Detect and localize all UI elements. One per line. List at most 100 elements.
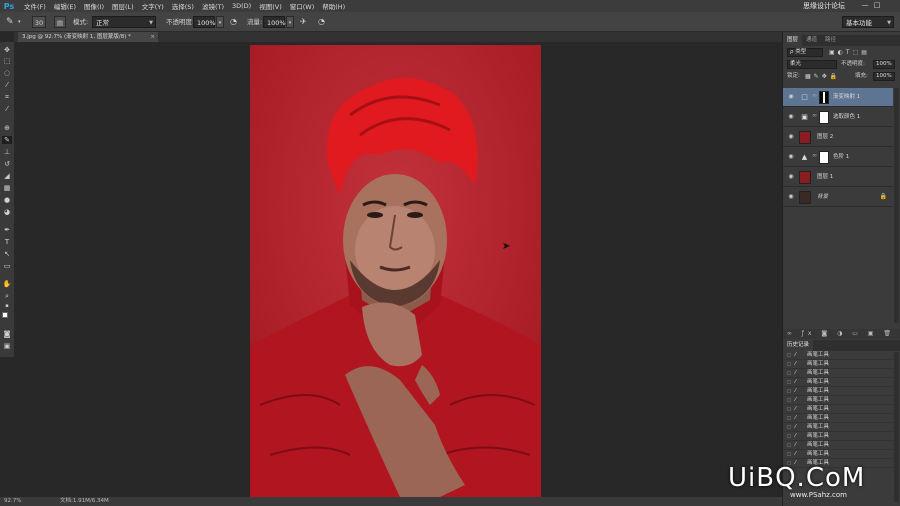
layers-scrollbar[interactable] <box>894 88 899 323</box>
history-source-checkbox[interactable] <box>787 362 791 366</box>
lock-icons[interactable]: ▦✎✥🔒 <box>805 71 840 82</box>
move-tool-icon[interactable]: ✥ <box>2 46 12 54</box>
minimize-icon[interactable]: — <box>860 1 870 10</box>
mode-select[interactable]: 正常 ▼ <box>92 16 156 28</box>
flow-input[interactable]: 100% <box>263 16 286 28</box>
document-size[interactable]: 文档:1.91M/6.34M <box>60 497 109 506</box>
history-source-checkbox[interactable] <box>787 452 791 456</box>
visibility-eye-icon[interactable]: ◉ <box>787 133 795 141</box>
foreground-color-swatch[interactable] <box>2 312 8 318</box>
menu-select[interactable]: 选择(S) <box>168 1 198 11</box>
history-item[interactable]: ⁄ 画笔工具 <box>783 432 895 441</box>
layer-name[interactable]: 背景 <box>817 188 828 207</box>
eyedropper-tool-icon[interactable]: ⁄ <box>2 105 12 113</box>
maximize-icon[interactable]: □ <box>872 1 882 10</box>
layer-thumbnail[interactable] <box>799 171 811 184</box>
layer-name[interactable]: 渐变映射 1 <box>833 88 860 107</box>
default-colors-icon[interactable]: ▪ <box>2 302 12 310</box>
history-source-checkbox[interactable] <box>787 443 791 447</box>
layer-opacity-input[interactable]: 100% <box>873 60 895 69</box>
history-item[interactable]: ⁄ 画笔工具 <box>783 423 895 432</box>
menu-edit[interactable]: 编辑(E) <box>50 1 80 11</box>
history-item[interactable]: ⁄ 画笔工具 <box>783 369 895 378</box>
gradient-tool-icon[interactable]: ▦ <box>2 184 12 192</box>
layer-row-selective-color[interactable]: ◉ ▣ ∞ 选取颜色 1 <box>783 108 893 127</box>
opacity-input[interactable]: 100% <box>193 16 216 28</box>
history-source-checkbox[interactable] <box>787 380 791 384</box>
layer-mask-thumbnail[interactable] <box>819 111 829 124</box>
history-source-checkbox[interactable] <box>787 371 791 375</box>
history-item[interactable]: ⁄ 画笔工具 <box>783 351 895 360</box>
close-icon[interactable]: × <box>150 32 155 42</box>
history-source-checkbox[interactable] <box>787 407 791 411</box>
type-tool-icon[interactable]: T <box>2 238 12 246</box>
layer-name[interactable]: 选取颜色 1 <box>833 108 860 127</box>
screen-mode-icon[interactable]: ▣ <box>2 342 12 350</box>
dodge-tool-icon[interactable]: ◕ <box>2 208 12 216</box>
history-item[interactable]: ⁄ 画笔工具 <box>783 378 895 387</box>
tab-paths[interactable]: 路径 <box>821 35 840 46</box>
opacity-dropdown-icon[interactable]: ▾ <box>216 16 224 28</box>
lasso-tool-icon[interactable]: ◌ <box>2 69 12 77</box>
history-brush-tool-icon[interactable]: ↺ <box>2 160 12 168</box>
tab-layers[interactable]: 图层 <box>783 35 803 46</box>
visibility-eye-icon[interactable]: ◉ <box>787 113 795 121</box>
blend-mode-select[interactable]: 柔光 <box>787 60 837 69</box>
flow-dropdown-icon[interactable]: ▾ <box>286 16 294 28</box>
layers-footer-icons[interactable]: ∞ ƒx ◙ ◑ ▭ ▣ 🗑 <box>783 329 900 339</box>
marquee-tool-icon[interactable]: ⬚ <box>2 57 12 65</box>
pen-tool-icon[interactable]: ✒ <box>2 226 12 234</box>
brush-tool-icon[interactable]: ✎ <box>2 136 12 144</box>
layer-filter-icons[interactable]: ▣◐T⬚▤ <box>829 47 870 58</box>
history-source-checkbox[interactable] <box>787 425 791 429</box>
menu-help[interactable]: 帮助(H) <box>318 1 349 11</box>
clone-stamp-tool-icon[interactable]: ⊥ <box>2 148 12 156</box>
history-source-checkbox[interactable] <box>787 398 791 402</box>
shape-tool-icon[interactable]: ▭ <box>2 262 12 270</box>
document-tab[interactable]: 3.jpg @ 92.7% (渐变映射 1, 图层蒙版/8) * × <box>18 32 158 42</box>
history-source-checkbox[interactable] <box>787 434 791 438</box>
layer-name[interactable]: 图层 2 <box>817 128 833 147</box>
healing-brush-tool-icon[interactable]: ⊕ <box>2 124 12 132</box>
brush-panel-toggle-icon[interactable]: ▤ <box>54 16 66 28</box>
layer-name[interactable]: 图层 1 <box>817 168 833 187</box>
menu-file[interactable]: 文件(F) <box>20 1 50 11</box>
menu-view[interactable]: 视图(V) <box>255 1 286 11</box>
workspace-select[interactable]: 基本功能 ▼ <box>842 16 894 28</box>
menu-layer[interactable]: 图层(L) <box>108 1 138 11</box>
visibility-eye-icon[interactable]: ◉ <box>787 193 795 201</box>
visibility-eye-icon[interactable]: ◉ <box>787 153 795 161</box>
tab-channels[interactable]: 通道 <box>802 35 821 46</box>
pressure-opacity-icon[interactable]: ◔ <box>230 16 237 28</box>
tab-history[interactable]: 历史记录 <box>783 340 814 351</box>
history-source-checkbox[interactable] <box>787 416 791 420</box>
layer-mask-thumbnail[interactable] <box>819 151 829 164</box>
history-source-checkbox[interactable] <box>787 353 791 357</box>
menu-3d[interactable]: 3D(D) <box>228 2 255 10</box>
airbrush-icon[interactable]: ✈ <box>300 16 307 28</box>
history-item[interactable]: ⁄ 画笔工具 <box>783 387 895 396</box>
layer-mask-thumbnail[interactable] <box>819 91 829 104</box>
visibility-eye-icon[interactable]: ◉ <box>787 93 795 101</box>
history-item[interactable]: ⁄ 画笔工具 <box>783 360 895 369</box>
crop-tool-icon[interactable]: ⌗ <box>2 93 12 101</box>
history-item[interactable]: ⁄ 画笔工具 <box>783 405 895 414</box>
tool-preset-caret-icon[interactable]: ▾ <box>18 16 21 28</box>
layer-thumbnail[interactable] <box>799 131 811 144</box>
history-item[interactable]: ⁄ 画笔工具 <box>783 396 895 405</box>
eraser-tool-icon[interactable]: ◢ <box>2 172 12 180</box>
layer-row-layer-1[interactable]: ◉ 图层 1 <box>783 168 893 187</box>
brush-tool-icon[interactable]: ✎ <box>6 16 14 28</box>
quick-select-tool-icon[interactable]: ⁄ <box>2 81 12 89</box>
fill-input[interactable]: 100% <box>873 72 895 81</box>
menu-window[interactable]: 窗口(W) <box>286 1 319 11</box>
layer-thumbnail[interactable] <box>799 191 811 204</box>
layer-row-background[interactable]: ◉ 背景 🔒 <box>783 188 893 207</box>
history-item[interactable]: ⁄ 画笔工具 <box>783 414 895 423</box>
path-select-tool-icon[interactable]: ↖ <box>2 250 12 258</box>
brush-size-picker[interactable]: 30 <box>32 16 46 28</box>
visibility-eye-icon[interactable]: ◉ <box>787 173 795 181</box>
document-image[interactable] <box>250 45 541 497</box>
zoom-level[interactable]: 92.7% <box>4 497 21 506</box>
history-item[interactable]: ⁄ 画笔工具 <box>783 441 895 450</box>
